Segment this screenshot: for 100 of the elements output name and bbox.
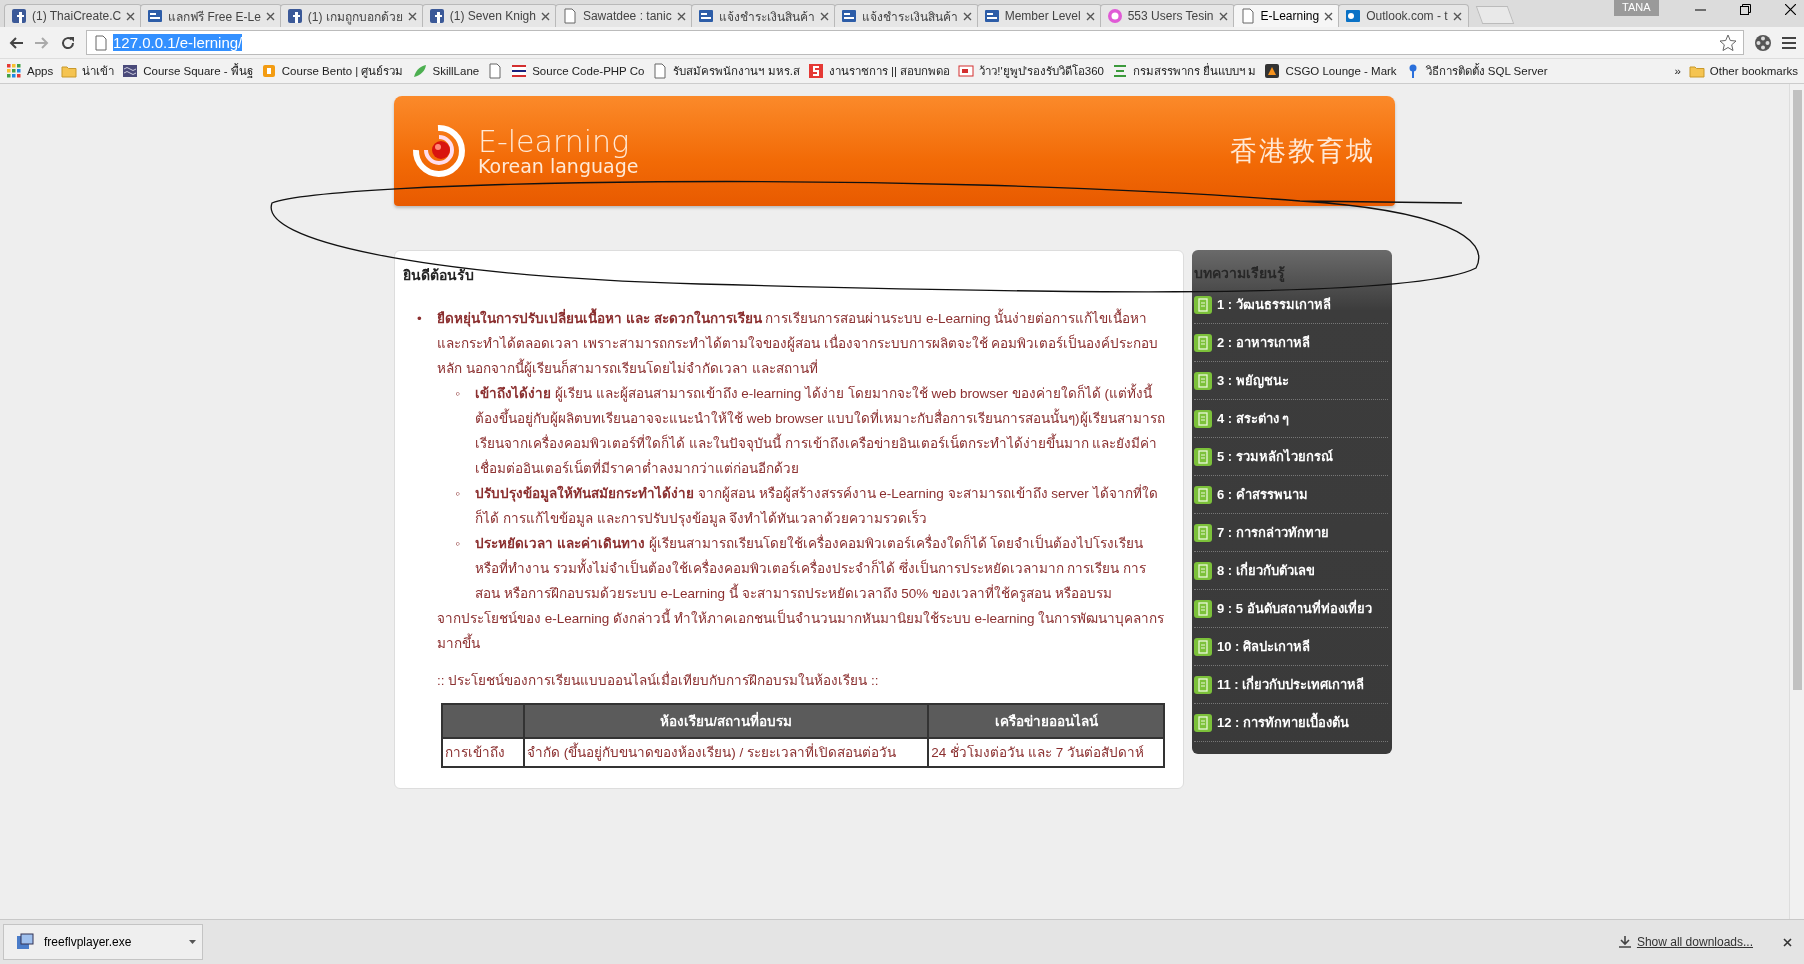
square-logo-icon: [260, 63, 277, 79]
document-icon: [1194, 333, 1212, 352]
close-icon[interactable]: [1785, 4, 1796, 15]
triangle-tile-icon: [1264, 63, 1281, 79]
browser-tab[interactable]: 553 Users Tesin: [1099, 4, 1235, 27]
document-icon: [1194, 599, 1212, 618]
installer-icon: [16, 933, 34, 951]
bookmark-item[interactable]: งานราชการ || สอบกพดอ: [807, 62, 951, 80]
download-icon: [1618, 936, 1631, 948]
sidebar-link[interactable]: 8 : เกี่ยวกับตัวเลข: [1217, 560, 1315, 581]
banner-title: E-learning: [478, 126, 630, 157]
browser-tab[interactable]: แจ้งชำระเงินสินค้า: [833, 4, 979, 27]
sidebar-link[interactable]: 2 : อาหารเกาหลี: [1217, 332, 1310, 353]
other-bookmarks-button[interactable]: Other bookmarks: [1688, 63, 1798, 79]
caret-icon[interactable]: [189, 940, 196, 944]
film-reel-icon[interactable]: [1754, 33, 1772, 52]
table-caption: :: ประโยชน์ของการเรียนแบบออนไลน์เมื่อเทียบกับการฝึกอบรมในห้องเรียน ::: [437, 670, 880, 690]
page-icon: [487, 63, 504, 79]
bullet-marker: •: [417, 310, 423, 328]
download-item[interactable]: freeflvplayer.exe: [3, 924, 203, 960]
sidebar-link[interactable]: 4 : สระต่าง ๆ: [1217, 408, 1290, 429]
browser-tab[interactable]: Sawatdee : tanic: [554, 4, 693, 27]
browser-tab[interactable]: Member Level: [976, 4, 1102, 27]
welcome-heading: ยินดีต้อนรับ: [403, 266, 475, 285]
column-header: ห้องเรียน/สถานที่อบรม: [524, 704, 929, 738]
document-icon: [1194, 295, 1212, 314]
bookmark-item[interactable]: Source Code-PHP Co: [511, 63, 645, 79]
leaf-icon: [411, 63, 428, 79]
scrollbar-thumb[interactable]: [1792, 90, 1802, 690]
close-icon[interactable]: [1452, 11, 1462, 21]
bookmark-item[interactable]: Apps: [6, 63, 54, 79]
video-icon: [958, 63, 975, 79]
sidebar-link[interactable]: 10 : ศิลปะเกาหลี: [1217, 636, 1310, 657]
sidebar-link[interactable]: 12 : การทักทายเบื้องต้น: [1217, 712, 1349, 733]
browser-tab[interactable]: Outlook.com - t: [1338, 4, 1469, 27]
sidebar-link[interactable]: 7 : การกล่าวทักทาย: [1217, 522, 1329, 543]
close-icon[interactable]: [676, 11, 686, 21]
bullet-marker: ◦: [455, 385, 461, 403]
browser-tab[interactable]: (1) ThaiCreate.C: [4, 4, 143, 27]
bookmark-item[interactable]: Course Bento | ศูนย์รวม: [260, 62, 404, 80]
bookmark-item[interactable]: รับสมัครพนักงานฯ มหร.ส: [652, 62, 800, 80]
browser-tab[interactable]: (1) Seven Knigh: [421, 4, 557, 27]
paragraph: จากประโยชน์ของ e-Learning ดังกล่าวนี้ ทำให้ภาคเอกชนเป็นจำนวนมากหันมานิยมใช้ระบบ e-learning ในการพัฒนาบุคลากรมากขึ้น: [437, 606, 1169, 656]
bookmark-item[interactable]: วิธีการติดตั้ง SQL Server: [1404, 62, 1548, 80]
back-arrow-icon[interactable]: [8, 34, 24, 51]
bookmark-item[interactable]: น่าเข้า: [61, 62, 115, 80]
list-item-text: ประหยัดเวลา และค่าเดินทาง ผู้เรียนสามารถเรียนโดยใช้เครื่องคอมพิวเตอร์เครื่องใดก็ได้ โดยจำเป็นต้องไปโรงเรียน หรือที่ทำงาน รวมทั้งไม่จำเป็นต้องใช้เครื่องคอมพิวเตอร์เครื่องประจำก็ได้ ซึ่งเป็นการประหยัดเวลามาก การเรียน การสอน หรือการฝึกอบรมด้วยระบบ e-Learning นี้ จะสามารถประหยัดเวลาถึง 50% ของเวลาที่ใช้ครูสอน หรืออบรม: [475, 533, 1147, 604]
document-icon: [1194, 409, 1212, 428]
close-icon[interactable]: [1324, 11, 1334, 21]
list-item-text: ยืดหยุ่นในการปรับเปลี่ยนเนื้อหา และ สะดวกในการเรียน การเรียนการสอนผ่านระบบ e-Learning นั้นง่ายต่อการแก้ไขเนื้อหา และกระทำได้ตลอดเวลา เพราะสามารถกระทำได้ตามใจของผู้สอน เนื่องจากระบบการผลิตจะใช้ คอมพิวเตอร์เป็นองค์ประกอบหลัก นอกจากนี้ผู้เรียนก็สามารถเรียนโดยไม่จำกัดเวลา และสถานที่: [437, 306, 1169, 381]
bookmark-item[interactable]: Course Square - พื้นฐ: [122, 62, 253, 80]
apps-grid-icon: [6, 63, 22, 79]
document-icon: [1194, 675, 1212, 694]
page-icon: [652, 63, 669, 79]
list-item-text: ปรับปรุงข้อมูลให้ทันสมัยกระทำได้ง่าย จากผู้สอน หรือผู้สร้างสรรค์งาน e-Learning จะสามารถเข้าถึง server ได้จากที่ใดก็ได้ การแก้ไขข้อมูล และการปรับปรุงข้อมูล จึงทำได้ทันเวลาด้วยความรวดเร็ว: [475, 483, 1159, 529]
row-header: การเข้าถึง: [442, 738, 524, 767]
table-cell: จำกัด (ขึ้นอยู่กับขนาดของห้องเรียน) / ระยะเวลาที่เปิดสอนต่อวัน: [524, 738, 929, 767]
close-icon[interactable]: [1783, 937, 1792, 947]
browser-tab[interactable]: แลกฟรี Free E-Le: [140, 4, 282, 27]
close-icon[interactable]: [962, 11, 972, 21]
page-icon: [1239, 8, 1256, 24]
flag-icon: [511, 63, 528, 79]
browser-tab[interactable]: แจ้งชำระเงินสินค้า: [690, 4, 836, 27]
close-icon[interactable]: [1085, 11, 1095, 21]
banner-chinese-title: 香港教育城: [1230, 135, 1375, 168]
sidebar-link[interactable]: 1 : วัฒนธรรมเกาหลี: [1217, 294, 1331, 315]
list-item-text: เข้าถึงได้ง่าย ผู้เรียน และผู้สอนสามารถเข้าถึง e-learning ได้ง่าย โดยมากจะใช้ web browser ของค่ายใดก็ได้ (แต่ทั้งนี้ต้องขึ้นอยู่กับผู้ผลิตบทเรียนอาจจะแนะนำให้ใช้ web browser แบบใดที่เหมาะกับสื่อการเรียนการสอนนั้นๆ)ผู้เรียนสามารถเรียนจากเครื่องคอมพิวเตอร์ที่ใดก็ได้ และในปัจจุบันนี้ การเข้าถึงเครือข่ายอินเตอร์เน็ตกระทำได้ง่ายขึ้นมาก และยังมีค่าเชื่อมต่ออินเตอร์เน็ตที่มีราคาต่ำลงมากว่าแต่ก่อนอีกด้วย: [475, 381, 1169, 481]
close-icon[interactable]: [265, 11, 275, 21]
bookmark-item[interactable]: SkillLane: [411, 63, 480, 79]
close-icon[interactable]: [819, 11, 829, 21]
restore-icon[interactable]: [1740, 4, 1751, 15]
browser-tab[interactable]: E-Learning: [1232, 4, 1341, 27]
close-icon[interactable]: [540, 11, 550, 21]
browser-tab[interactable]: (1) เกมถูกบอกด้วย: [279, 4, 424, 27]
s-logo-icon: [807, 63, 824, 79]
reload-icon[interactable]: [60, 34, 76, 51]
bullet-marker: ◦: [455, 485, 461, 503]
sidebar-link[interactable]: 9 : 5 อันดับสถานที่ท่องเที่ยว: [1217, 598, 1372, 619]
sidebar-link[interactable]: 5 : รวมหลักไวยกรณ์: [1217, 446, 1333, 467]
bookmark-item[interactable]: ว้าว!'ยูพูป'รองรับวิดีโอ360: [958, 62, 1104, 80]
bookmark-item[interactable]: กรมสรรพากร ยื่นแบบฯ ม: [1112, 62, 1257, 80]
more-bookmarks-button[interactable]: »: [1674, 65, 1681, 77]
document-icon: [1194, 371, 1212, 390]
close-icon[interactable]: [407, 11, 417, 21]
scrollbar[interactable]: [1789, 84, 1804, 919]
menu-icon[interactable]: [1782, 35, 1796, 50]
show-all-downloads-link[interactable]: Show all downloads...: [1618, 935, 1753, 949]
lines-icon: [1112, 63, 1128, 79]
sidebar-link[interactable]: 3 : พยัญชนะ: [1217, 370, 1289, 391]
sidebar-link[interactable]: 6 : คำสรรพนาม: [1217, 484, 1308, 505]
close-icon[interactable]: [1218, 11, 1228, 21]
document-icon: [1194, 637, 1212, 656]
star-icon[interactable]: [1719, 33, 1737, 52]
sidebar-link[interactable]: 11 : เกี่ยวกับประเทศเกาหลี: [1217, 674, 1365, 695]
web-app-icon: [983, 8, 1000, 24]
document-icon: [1194, 713, 1212, 732]
bookmark-item[interactable]: CSGO Lounge - Mark: [1264, 63, 1397, 79]
close-icon[interactable]: [126, 11, 136, 21]
web-app-icon: [147, 8, 164, 24]
web-app-icon: [840, 8, 857, 24]
